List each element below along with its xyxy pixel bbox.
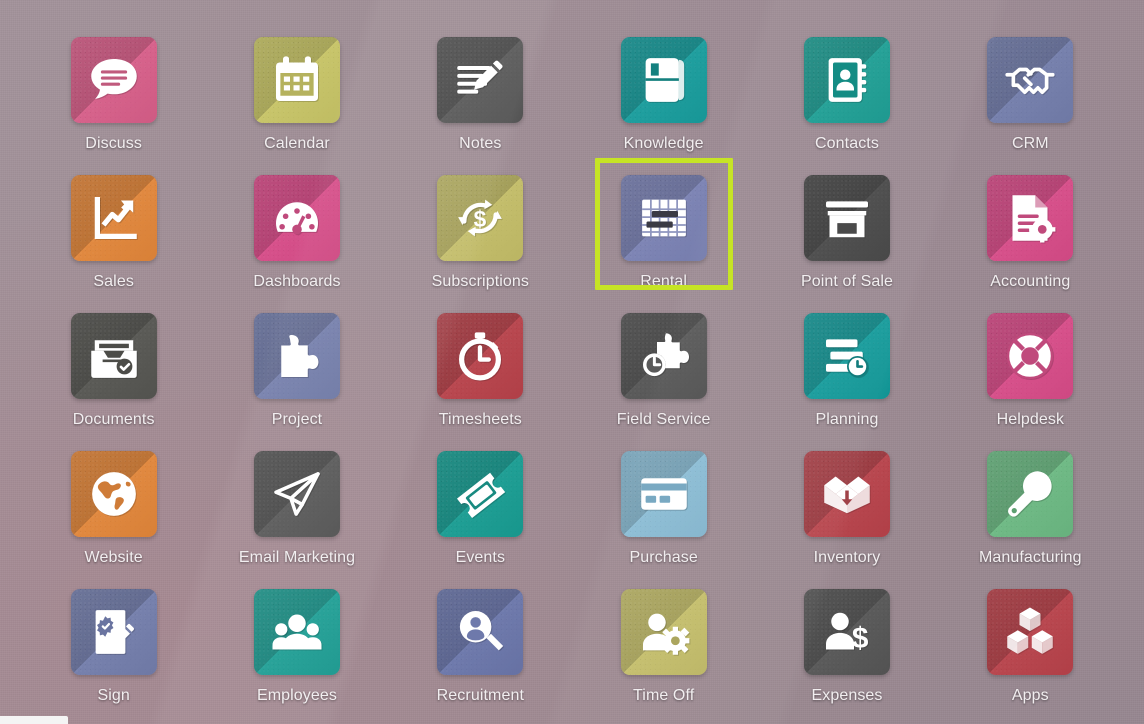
app-label: Field Service — [616, 411, 711, 428]
storefront-icon[interactable] — [803, 175, 890, 261]
app-label: Dashboards — [253, 273, 341, 290]
app-label: Employees — [256, 687, 338, 704]
app-label: Accounting — [990, 273, 1071, 290]
app-label: Expenses — [811, 687, 883, 704]
app-tile-expenses[interactable]: $ Expenses — [755, 574, 938, 712]
app-label: Purchase — [629, 549, 698, 566]
app-tile-contacts[interactable]: Contacts — [755, 22, 938, 160]
line-chart-icon[interactable] — [70, 175, 157, 261]
calendar-icon[interactable] — [253, 37, 340, 123]
app-tile-planning[interactable]: Planning — [755, 298, 938, 436]
people-group-icon[interactable] — [253, 589, 340, 675]
desktop-background: Discuss Calendar Notes Knowledge Contacts CRM… — [0, 0, 1144, 724]
svg-text:$: $ — [852, 622, 869, 655]
app-tile-field-service[interactable]: Field Service — [572, 298, 755, 436]
puzzle-piece-icon[interactable] — [253, 313, 340, 399]
puzzle-clock-icon[interactable] — [620, 313, 707, 399]
app-label: Rental — [640, 273, 688, 290]
paper-plane-icon[interactable] — [253, 451, 340, 537]
life-ring-icon[interactable] — [987, 313, 1074, 399]
svg-text:$: $ — [474, 206, 487, 232]
app-label: Contacts — [815, 135, 879, 152]
app-tile-timesheets[interactable]: Timesheets — [389, 298, 572, 436]
app-tile-apps[interactable]: Apps — [939, 574, 1122, 712]
app-label: Discuss — [85, 135, 143, 152]
app-label: Time Off — [633, 687, 695, 704]
wrench-icon[interactable] — [987, 451, 1074, 537]
app-tile-manufacturing[interactable]: Manufacturing — [939, 436, 1122, 574]
app-tile-employees[interactable]: Employees — [205, 574, 388, 712]
person-gear-icon[interactable] — [620, 589, 707, 675]
app-tile-documents[interactable]: Documents — [22, 298, 205, 436]
signature-doc-icon[interactable] — [70, 589, 157, 675]
app-label: Sales — [93, 273, 134, 290]
app-label: Planning — [815, 411, 879, 428]
ticket-icon[interactable] — [437, 451, 524, 537]
app-tile-notes[interactable]: Notes — [389, 22, 572, 160]
app-tile-point-of-sale[interactable]: Point of Sale — [755, 160, 938, 298]
invoice-gear-icon[interactable] — [987, 175, 1074, 261]
app-tile-subscriptions[interactable]: $ Subscriptions — [389, 160, 572, 298]
bars-clock-icon[interactable] — [803, 313, 890, 399]
app-tile-helpdesk[interactable]: Helpdesk — [939, 298, 1122, 436]
app-label: Events — [455, 549, 506, 566]
browser-status-bar — [0, 716, 68, 724]
handshake-icon[interactable] — [987, 37, 1074, 123]
gantt-icon[interactable] — [620, 175, 707, 261]
app-label: Subscriptions — [431, 273, 529, 290]
chat-bubble-icon[interactable] — [70, 37, 157, 123]
app-tile-project[interactable]: Project — [205, 298, 388, 436]
app-label: Documents — [72, 411, 155, 428]
app-tile-email-marketing[interactable]: Email Marketing — [205, 436, 388, 574]
app-label: Email Marketing — [238, 549, 356, 566]
app-label: Point of Sale — [800, 273, 893, 290]
recycle-dollar-icon[interactable]: $ — [437, 175, 524, 261]
app-tile-purchase[interactable]: Purchase — [572, 436, 755, 574]
book-icon[interactable] — [620, 37, 707, 123]
app-label: Knowledge — [623, 135, 704, 152]
address-book-icon[interactable] — [803, 37, 890, 123]
app-label: Recruitment — [436, 687, 524, 704]
app-tile-discuss[interactable]: Discuss — [22, 22, 205, 160]
app-tile-sign[interactable]: Sign — [22, 574, 205, 712]
app-label: CRM — [1011, 135, 1049, 152]
app-label: Helpdesk — [996, 411, 1065, 428]
stopwatch-icon[interactable] — [437, 313, 524, 399]
app-label: Manufacturing — [978, 549, 1082, 566]
gauge-icon[interactable] — [253, 175, 340, 261]
app-label: Notes — [459, 135, 502, 152]
person-dollar-icon[interactable]: $ — [803, 589, 890, 675]
notes-pencil-icon[interactable] — [437, 37, 524, 123]
app-tile-website[interactable]: Website — [22, 436, 205, 574]
file-tray-check-icon[interactable] — [70, 313, 157, 399]
app-tile-crm[interactable]: CRM — [939, 22, 1122, 160]
app-label: Timesheets — [438, 411, 522, 428]
app-label: Inventory — [813, 549, 881, 566]
app-label: Website — [84, 549, 143, 566]
open-box-icon[interactable] — [803, 451, 890, 537]
globe-icon[interactable] — [70, 451, 157, 537]
app-tile-calendar[interactable]: Calendar — [205, 22, 388, 160]
app-tile-inventory[interactable]: Inventory — [755, 436, 938, 574]
app-grid: Discuss Calendar Notes Knowledge Contacts CRM… — [0, 0, 1144, 712]
app-tile-recruitment[interactable]: Recruitment — [389, 574, 572, 712]
app-tile-time-off[interactable]: Time Off — [572, 574, 755, 712]
app-tile-rental[interactable]: Rental — [572, 160, 755, 298]
app-label: Sign — [97, 687, 130, 704]
magnifier-person-icon[interactable] — [437, 589, 524, 675]
app-tile-sales[interactable]: Sales — [22, 160, 205, 298]
app-tile-accounting[interactable]: Accounting — [939, 160, 1122, 298]
app-label: Apps — [1011, 687, 1049, 704]
app-label: Calendar — [264, 135, 330, 152]
credit-card-icon[interactable] — [620, 451, 707, 537]
app-tile-dashboards[interactable]: Dashboards — [205, 160, 388, 298]
app-tile-knowledge[interactable]: Knowledge — [572, 22, 755, 160]
cubes-icon[interactable] — [987, 589, 1074, 675]
app-tile-events[interactable]: Events — [389, 436, 572, 574]
app-label: Project — [271, 411, 323, 428]
